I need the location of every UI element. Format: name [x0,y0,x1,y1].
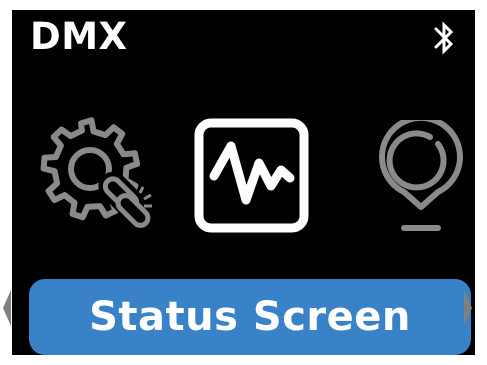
activity-waveform-icon[interactable] [194,118,309,233]
bluetooth-icon [434,21,454,55]
right-arrow-icon[interactable] [463,290,473,326]
location-pin-icon[interactable] [376,120,466,238]
selected-menu-label-bar[interactable]: Status Screen [29,279,471,355]
selected-menu-label: Status Screen [89,294,411,340]
settings-link-icon[interactable] [40,115,152,235]
app-title: DMX [30,15,128,58]
left-arrow-icon[interactable] [2,290,12,326]
device-screen: DMX Status Screen [12,10,475,355]
